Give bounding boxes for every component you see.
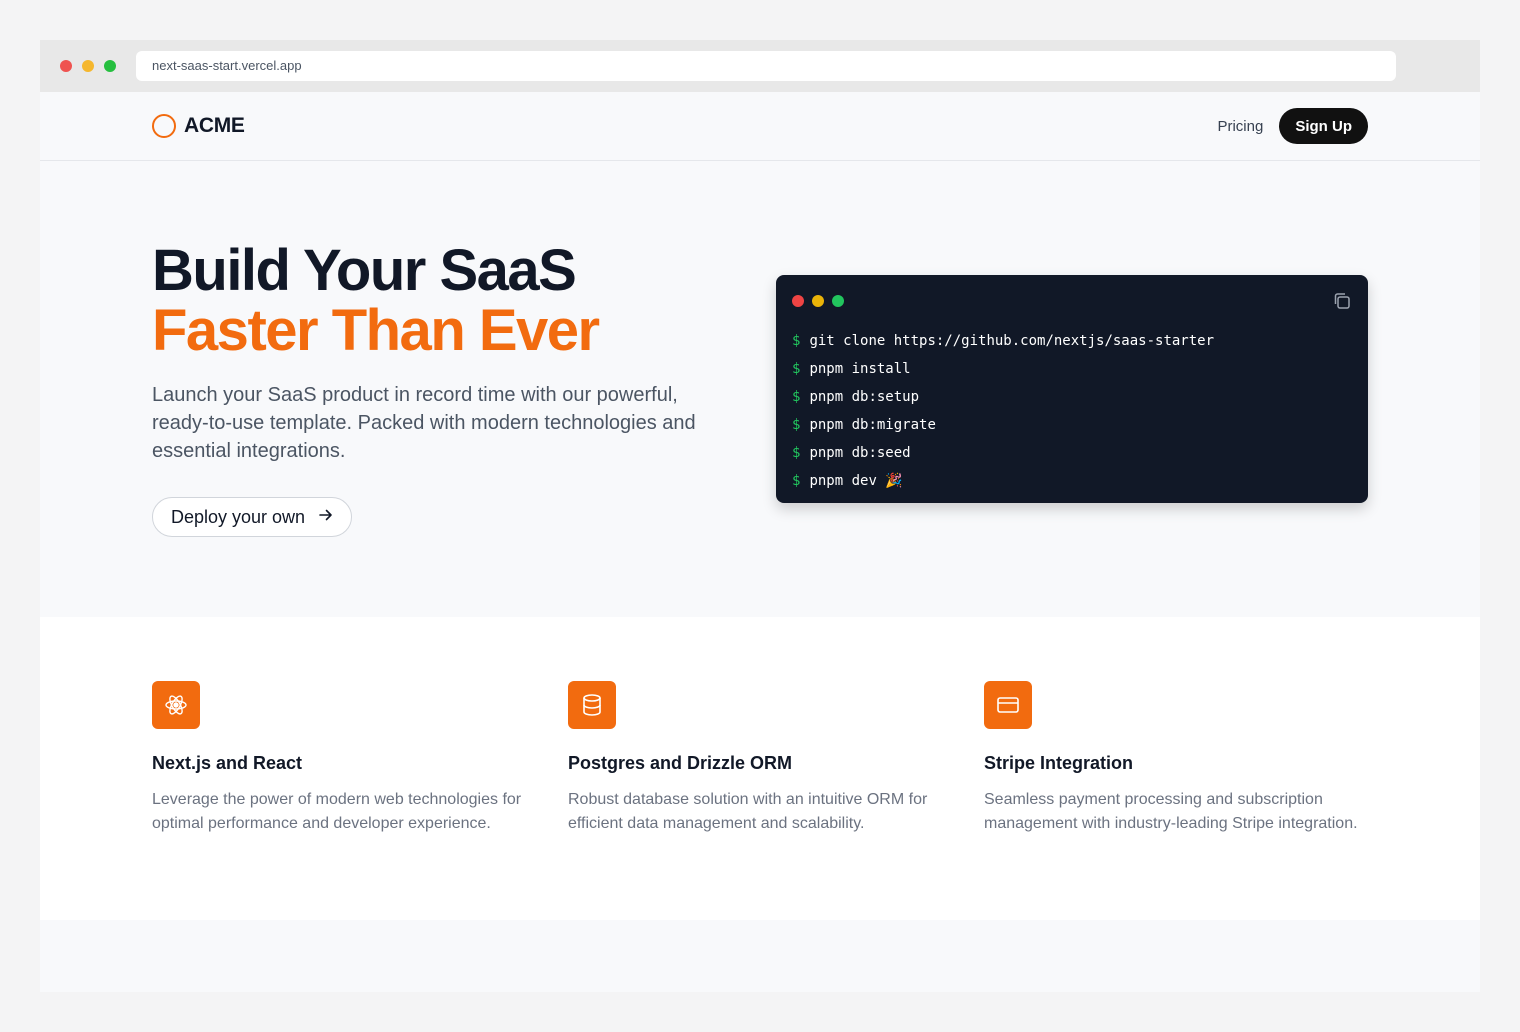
command-text: pnpm install	[809, 361, 911, 377]
feature-title: Postgres and Drizzle ORM	[568, 753, 793, 773]
feature-description: Leverage the power of modern web technol…	[152, 791, 522, 832]
features-section: Next.js and React Leverage the power of …	[40, 617, 1480, 920]
copy-icon[interactable]	[1332, 291, 1352, 311]
prompt-symbol: $	[792, 445, 801, 461]
feature-card: Stripe Integration Seamless payment proc…	[984, 681, 1384, 836]
arrow-right-icon	[319, 508, 333, 527]
atom-icon	[152, 681, 200, 729]
brand-logo[interactable]: ACME	[152, 114, 245, 138]
feature-description: Robust database solution with an intuiti…	[568, 791, 928, 832]
command-text: pnpm db:seed	[809, 445, 911, 461]
maximize-window-dot[interactable]	[104, 60, 116, 72]
prompt-symbol: $	[792, 333, 801, 349]
brand-name: ACME	[184, 114, 245, 137]
logo-circle-icon	[152, 114, 176, 138]
terminal-line: $ git clone https://github.com/nextjs/saa…	[792, 327, 1214, 355]
command-text: git clone https://github.com/nextjs/saas…	[809, 333, 1215, 349]
command-text: pnpm db:migrate	[809, 417, 936, 433]
prompt-symbol: $	[792, 473, 801, 489]
terminal-green-dot	[832, 295, 844, 307]
terminal-commands: $ git clone https://github.com/nextjs/saa…	[792, 327, 1214, 495]
feature-card: Next.js and React Leverage the power of …	[152, 681, 552, 836]
terminal-yellow-dot	[812, 295, 824, 307]
pricing-link[interactable]: Pricing	[1217, 118, 1263, 135]
credit-card-icon	[984, 681, 1032, 729]
prompt-symbol: $	[792, 361, 801, 377]
hero-title: Build Your SaaS Faster Than Ever	[152, 238, 600, 363]
command-text: pnpm db:setup	[809, 389, 920, 405]
prompt-symbol: $	[792, 389, 801, 405]
site-header: ACME Pricing Sign Up	[40, 92, 1480, 161]
hero-description: Launch your SaaS product in record time …	[152, 384, 696, 462]
hero-title-line-2: Faster Than Ever	[152, 298, 600, 363]
browser-window: next-saas-start.vercel.app ACME Pricing …	[40, 40, 1480, 992]
terminal-line: $ pnpm db:migrate	[792, 411, 1214, 439]
terminal-line: $ pnpm db:setup	[792, 383, 1214, 411]
deploy-button[interactable]: Deploy your own	[152, 497, 353, 537]
terminal-line: $ pnpm install	[792, 355, 1214, 383]
prompt-symbol: $	[792, 417, 801, 433]
minimize-window-dot[interactable]	[82, 60, 94, 72]
nav-actions: Pricing Sign Up	[1217, 108, 1368, 144]
sign-up-button[interactable]: Sign Up	[1279, 108, 1368, 144]
feature-card: Postgres and Drizzle ORM Robust database…	[568, 681, 968, 836]
close-window-dot[interactable]	[60, 60, 72, 72]
browser-chrome: next-saas-start.vercel.app	[40, 40, 1480, 92]
feature-title: Next.js and React	[152, 753, 303, 773]
feature-title: Stripe Integration	[984, 753, 1134, 773]
hero-section: Build Your SaaS Faster Than Ever Launch …	[40, 161, 1480, 617]
terminal-line: $ pnpm dev 🎉	[792, 467, 1214, 495]
database-icon	[568, 681, 616, 729]
terminal-window: $ git clone https://github.com/nextjs/saa…	[776, 275, 1368, 503]
address-bar[interactable]: next-saas-start.vercel.app	[136, 51, 1396, 81]
hero-title-line-1: Build Your SaaS	[152, 238, 577, 303]
command-text: pnpm dev 🎉	[809, 473, 903, 489]
deploy-button-label: Deploy your own	[171, 506, 306, 527]
terminal-line: $ pnpm db:seed	[792, 439, 1214, 467]
feature-description: Seamless payment processing and subscrip…	[984, 791, 1358, 832]
terminal-red-dot	[792, 295, 804, 307]
